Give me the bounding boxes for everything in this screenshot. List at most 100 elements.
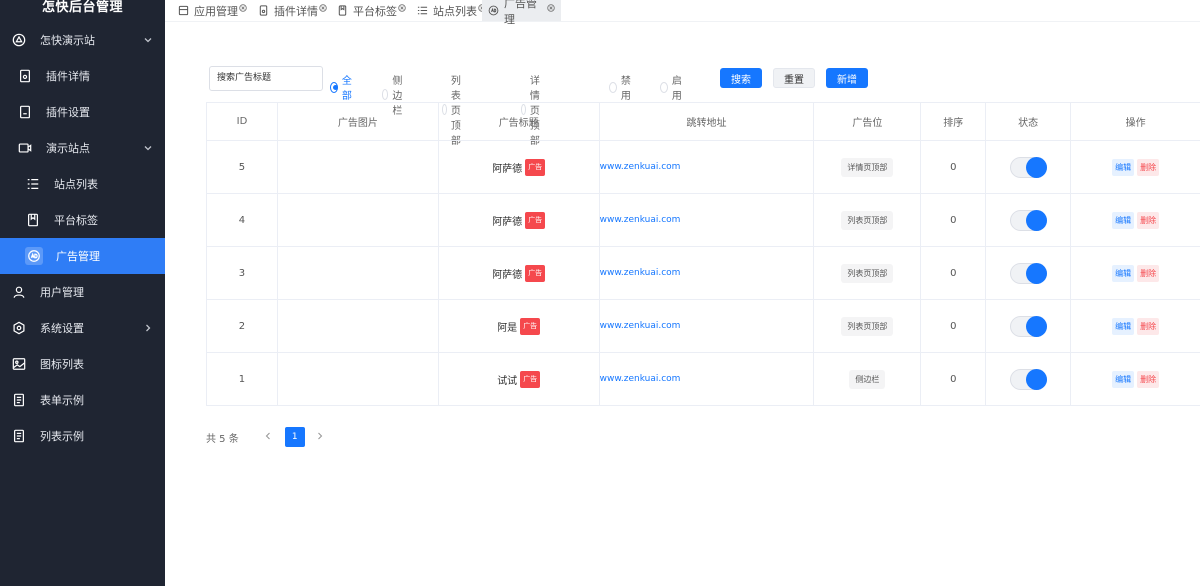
url-link[interactable]: www.zenkuai.com [600, 321, 681, 331]
ad-title: 阿萨德 [492, 216, 523, 228]
sidebar-item-label: 列表示例 [40, 430, 84, 443]
delete-button[interactable]: 删除 [1137, 370, 1160, 388]
cell-ops: 编辑 删除 [1071, 194, 1200, 246]
status-toggle[interactable] [1009, 156, 1047, 178]
tab-app-management[interactable]: 应用管理 [172, 0, 253, 21]
list-icon [417, 5, 428, 16]
table-row: 5 阿萨德 广告 www.zenkuai.com 详情页顶部 0 编辑 删除 [207, 141, 1200, 194]
url-link[interactable]: www.zenkuai.com [600, 374, 681, 384]
chevron-left-icon[interactable] [263, 431, 275, 443]
gear-icon [11, 320, 27, 336]
search-button[interactable]: 搜索 [720, 68, 762, 88]
sidebar-item-plugin-settings[interactable]: 插件设置 [0, 94, 165, 130]
url-link[interactable]: www.zenkuai.com [600, 268, 681, 278]
ad-title: 试试 [497, 375, 518, 387]
url-link[interactable]: www.zenkuai.com [600, 162, 681, 172]
edit-button[interactable]: 编辑 [1112, 158, 1135, 176]
radio-label: 禁用 [620, 76, 631, 102]
edit-button[interactable]: 编辑 [1112, 211, 1135, 229]
ad-badge: 广告 [520, 370, 541, 388]
sidebar-item-system-settings[interactable]: 系统设置 [0, 310, 165, 346]
sidebar-item-platform-tags[interactable]: 平台标签 [0, 202, 165, 238]
tab-site-list[interactable]: 站点列表 [411, 0, 492, 21]
delete-button[interactable]: 删除 [1137, 211, 1160, 229]
delete-button[interactable]: 删除 [1137, 317, 1160, 335]
position-tag: 列表页顶部 [841, 210, 894, 230]
header-image: 广告图片 [278, 103, 439, 140]
url-link[interactable]: www.zenkuai.com [600, 215, 681, 225]
sidebar: 怎快后台管理 怎快演示站 插件详情 插件设置 演示站点 站点列表 平台标签 广告… [0, 0, 165, 586]
tab-bar: 应用管理 插件详情 平台标签 站点列表 广告管理 [165, 0, 1200, 26]
bookmark-icon [25, 212, 41, 228]
close-icon[interactable] [398, 3, 406, 12]
cell-status [986, 194, 1072, 246]
cell-image [278, 300, 439, 352]
triangle-icon [11, 32, 27, 48]
add-button[interactable]: 新增 [826, 68, 868, 88]
status-toggle[interactable] [1009, 315, 1047, 337]
sidebar-item-demo-site[interactable]: 怎快演示站 [0, 22, 165, 58]
edit-button[interactable]: 编辑 [1112, 317, 1135, 335]
radio-enabled[interactable]: 启用 [660, 72, 685, 102]
toggle-knob [1025, 315, 1047, 337]
header-title: 广告标题 [439, 103, 600, 140]
reset-button[interactable]: 重置 [773, 68, 815, 88]
close-icon[interactable] [547, 3, 555, 12]
cell-ops: 编辑 删除 [1071, 141, 1200, 193]
chevron-right-icon [142, 322, 154, 334]
cell-id: 2 [207, 300, 278, 352]
table-header: ID 广告图片 广告标题 跳转地址 广告位 排序 状态 操作 [207, 103, 1200, 141]
edit-button[interactable]: 编辑 [1112, 264, 1135, 282]
cell-title: 阿萨德 广告 [439, 247, 600, 299]
ad-table: ID 广告图片 广告标题 跳转地址 广告位 排序 状态 操作 5 阿萨德 广告 w… [206, 102, 1200, 406]
cell-sort: 0 [921, 353, 987, 405]
tab-label: 广告管理 [504, 0, 537, 26]
radio-disabled[interactable]: 禁用 [609, 72, 634, 102]
tab-platform-tags[interactable]: 平台标签 [331, 0, 412, 21]
status-toggle[interactable] [1009, 368, 1047, 390]
status-toggle[interactable] [1009, 209, 1047, 231]
sidebar-item-label: 插件详情 [46, 70, 90, 83]
ad-icon [488, 5, 499, 16]
tab-label: 平台标签 [353, 4, 397, 18]
cell-id: 1 [207, 353, 278, 405]
sidebar-item-plugin-detail[interactable]: 插件详情 [0, 58, 165, 94]
sidebar-item-ad-management[interactable]: 广告管理 [0, 238, 165, 274]
form-icon [11, 392, 27, 408]
position-tag: 详情页顶部 [841, 157, 894, 177]
ad-badge: 广告 [525, 211, 546, 229]
sidebar-item-label: 演示站点 [46, 142, 90, 155]
cell-status [986, 141, 1072, 193]
table-row: 2 阿是 广告 www.zenkuai.com 列表页顶部 0 编辑 删除 [207, 300, 1200, 353]
cell-sort: 0 [921, 141, 987, 193]
sidebar-item-icon-list[interactable]: 图标列表 [0, 346, 165, 382]
sidebar-item-list-example[interactable]: 列表示例 [0, 418, 165, 454]
tab-ad-management[interactable]: 广告管理 [482, 0, 561, 26]
radio-all[interactable]: 全部 [330, 72, 355, 102]
cell-image [278, 194, 439, 246]
sidebar-item-demo-sites[interactable]: 演示站点 [0, 130, 165, 166]
edit-button[interactable]: 编辑 [1112, 370, 1135, 388]
delete-button[interactable]: 删除 [1137, 158, 1160, 176]
cell-position: 列表页顶部 [814, 247, 922, 299]
cell-title: 阿萨德 广告 [439, 141, 600, 193]
table-row: 1 试试 广告 www.zenkuai.com 侧边栏 0 编辑 删除 [207, 353, 1200, 406]
toggle-knob [1025, 368, 1047, 390]
delete-button[interactable]: 删除 [1137, 264, 1160, 282]
close-icon[interactable] [239, 3, 247, 12]
cell-title: 试试 广告 [439, 353, 600, 405]
sidebar-item-user-management[interactable]: 用户管理 [0, 274, 165, 310]
search-input[interactable]: 搜索广告标题 [209, 66, 323, 91]
bookmark-icon [337, 5, 348, 16]
cell-sort: 0 [921, 194, 987, 246]
radio-label: 启用 [671, 76, 682, 102]
radio-dot [609, 81, 617, 93]
page-button-current[interactable]: 1 [284, 427, 305, 447]
chevron-right-icon[interactable] [315, 431, 327, 443]
sidebar-item-form-example[interactable]: 表单示例 [0, 382, 165, 418]
status-toggle[interactable] [1009, 262, 1047, 284]
tab-plugin-detail[interactable]: 插件详情 [252, 0, 333, 21]
position-tag: 列表页顶部 [841, 263, 894, 283]
sidebar-item-site-list[interactable]: 站点列表 [0, 166, 165, 202]
close-icon[interactable] [319, 3, 327, 12]
